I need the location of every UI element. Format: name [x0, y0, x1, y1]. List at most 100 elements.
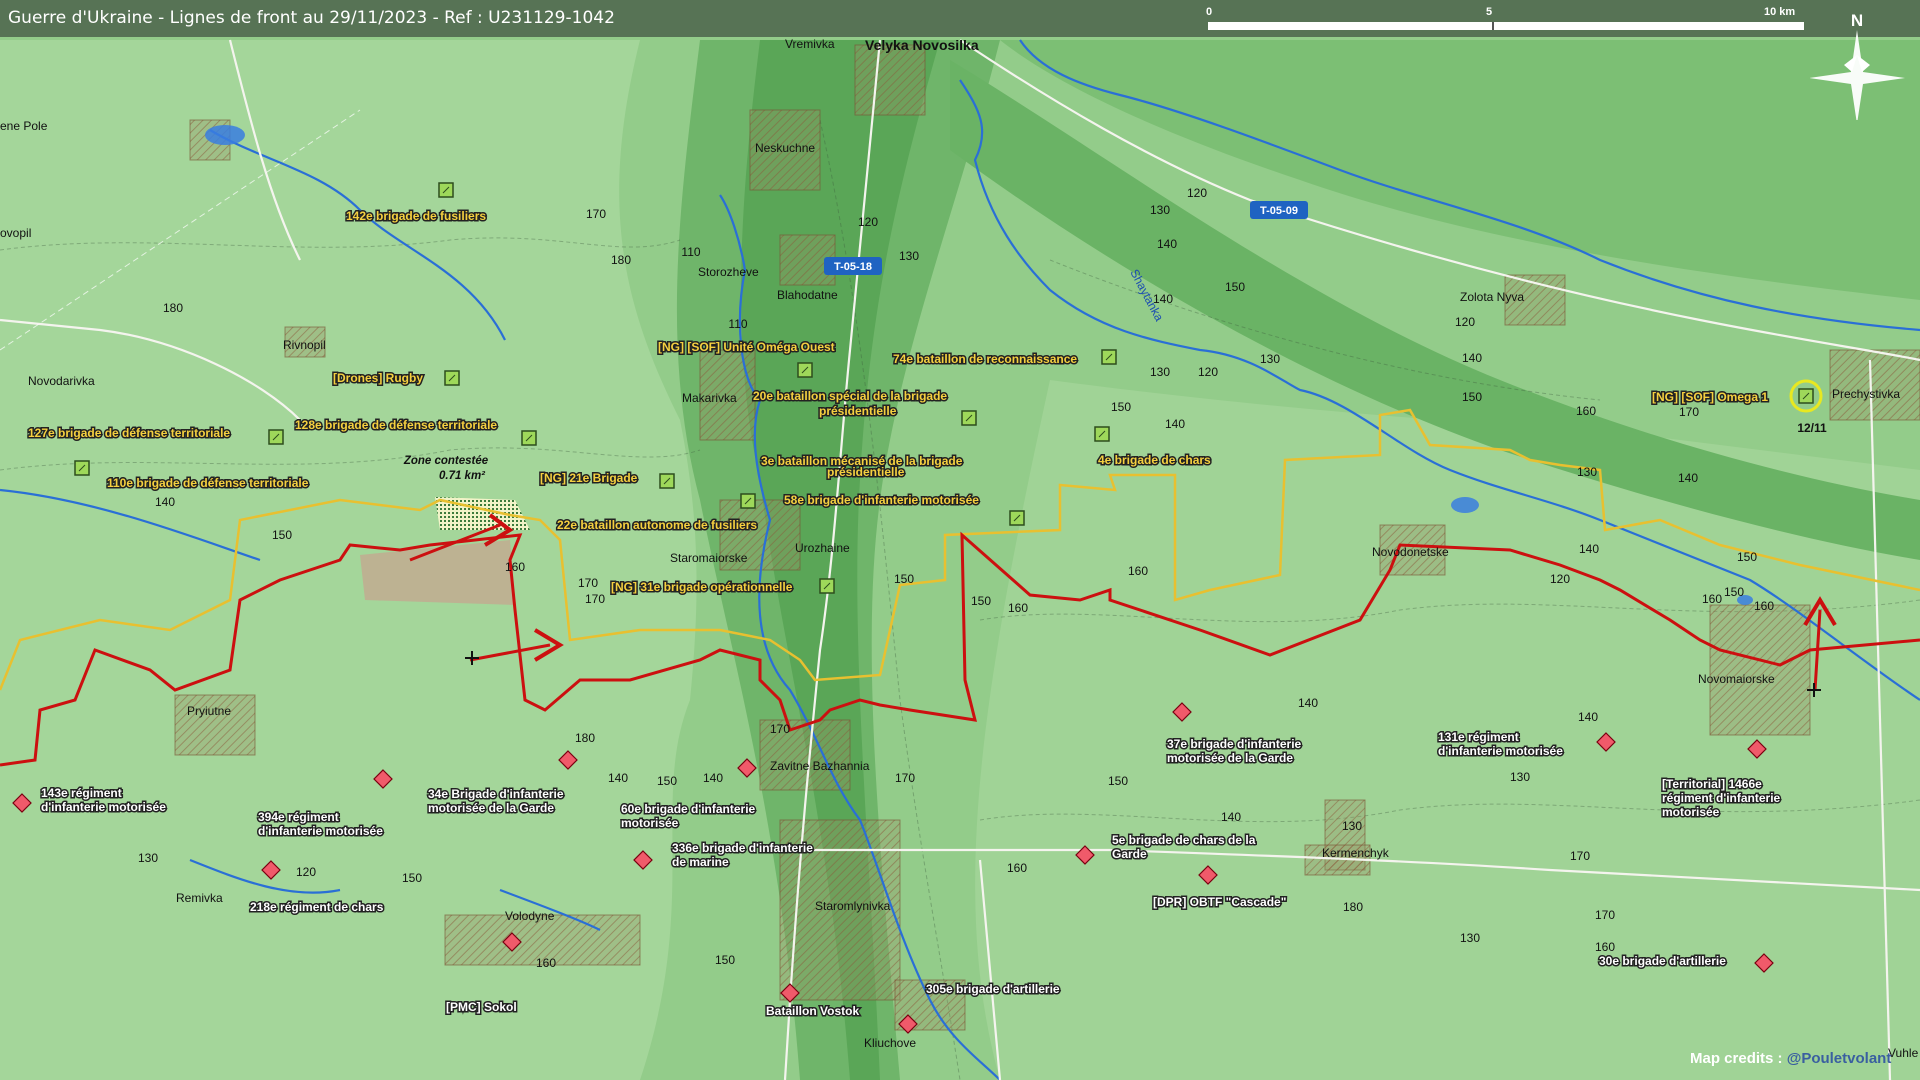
- elevation-label: 140: [155, 495, 175, 509]
- elevation-label: 150: [272, 528, 292, 542]
- elevation-label: 160: [1576, 404, 1596, 418]
- elevation-label: 150: [971, 594, 991, 608]
- elevation-label: 110: [728, 317, 747, 331]
- ukraine-unit-label: 127e brigade de défense territoriale: [28, 426, 230, 440]
- elevation-label: 180: [1343, 900, 1363, 914]
- russia-unit-label: [Territorial] 1466e: [1662, 777, 1762, 791]
- place-blahodatne: Blahodatne: [777, 288, 838, 302]
- elevation-label: 120: [1550, 572, 1570, 586]
- place-ene-pole: ene Pole: [0, 119, 48, 133]
- scale-label-5: 5: [1486, 6, 1493, 18]
- north-label: N: [1851, 11, 1863, 30]
- elevation-label: 170: [1679, 405, 1699, 419]
- ukraine-unit-label: [NG] [SOF] Omega 1: [1652, 390, 1768, 404]
- elevation-label: 130: [1510, 770, 1530, 784]
- place-vuhle: Vuhle: [1888, 1046, 1919, 1060]
- elevation-label: 150: [1111, 400, 1131, 414]
- omega-date-label: 12/11: [1797, 421, 1827, 435]
- scale-label-10: 10 km: [1764, 6, 1796, 18]
- russia-unit-label: de marine: [672, 855, 729, 869]
- credits-handle: @Pouletvolant: [1786, 1050, 1892, 1067]
- place-staromlynivka: Staromlynivka: [815, 899, 891, 913]
- russia-unit-label: 218e régiment de chars: [250, 900, 384, 914]
- north-arrow: N: [1809, 10, 1910, 124]
- russia-unit-label: Bataillon Vostok: [766, 1004, 859, 1018]
- place-vremivka: Vremivka: [785, 37, 835, 51]
- ukraine-unit-label: [NG] [SOF] Unité Oméga Ouest: [658, 340, 835, 354]
- place-zolota-nyva: Zolota Nyva: [1460, 290, 1524, 304]
- elevation-label: 140: [1165, 417, 1185, 431]
- elevation-label: 160: [1007, 861, 1027, 875]
- place-pryiutne: Pryiutne: [187, 704, 231, 718]
- place-urozhaine: Urozhaine: [795, 541, 850, 555]
- elevation-label: 130: [138, 851, 158, 865]
- road-label-t0509: T-05-09: [1260, 205, 1298, 217]
- russia-unit-label: 143e régiment: [41, 786, 122, 800]
- russia-unit-label: Garde: [1112, 847, 1147, 861]
- ukraine-unit-label: [Drones] Rugby: [333, 371, 423, 385]
- map-canvas[interactable]: T-05-18 T-05-09 Shaytanka Velyka Novosil…: [0, 0, 1920, 1080]
- elevation-label: 140: [608, 771, 628, 785]
- russia-unit-label: d'infanterie motorisée: [1438, 744, 1563, 758]
- elevation-label: 140: [1221, 810, 1241, 824]
- contested-zone-label: Zone contestée: [403, 455, 489, 467]
- ukraine-unit-label: 58e brigade d'infanterie motorisée: [784, 493, 979, 507]
- place-neskuchne: Neskuchne: [755, 141, 815, 155]
- credits-prefix: Map credits :: [1690, 1050, 1787, 1067]
- place-kermenchyk: Kermenchyk: [1322, 846, 1390, 860]
- place-rivnopil: Rivnopil: [283, 338, 326, 352]
- ukraine-unit-label: 110e brigade de défense territoriale: [107, 476, 309, 490]
- elevation-label: 150: [1462, 390, 1482, 404]
- elevation-label: 130: [1150, 203, 1170, 217]
- place-staromaiorske: Staromaiorske: [670, 551, 748, 565]
- ukraine-unit-label: 142e brigade de fusiliers: [346, 209, 486, 223]
- map-credits[interactable]: Map credits : @Pouletvolant: [1690, 1050, 1891, 1067]
- elevation-label: 150: [1108, 774, 1128, 788]
- elevation-label: 130: [899, 249, 919, 263]
- elevation-label: 150: [657, 774, 677, 788]
- elevation-label: 120: [296, 865, 316, 879]
- elevation-label: 140: [1157, 237, 1177, 251]
- elevation-label: 110: [681, 245, 700, 259]
- russia-unit-label: motorisée de la Garde: [1167, 751, 1293, 765]
- place-remivka: Remivka: [176, 891, 223, 905]
- place-makarivka: Makarivka: [682, 391, 737, 405]
- elevation-label: 130: [1260, 352, 1280, 366]
- scale-bar-segment-1: [1208, 22, 1492, 30]
- elevation-label: 150: [715, 953, 735, 967]
- russia-unit-label: 5e brigade de chars de la: [1112, 833, 1256, 847]
- elevation-label: 180: [611, 253, 631, 267]
- russia-unit-label: 60e brigade d'infanterie: [621, 802, 756, 816]
- elevation-label: 150: [1724, 585, 1744, 599]
- elevation-label: 160: [1008, 601, 1028, 615]
- russia-unit-label: d'infanterie motorisée: [41, 800, 166, 814]
- place-storozheve: Storozheve: [698, 265, 759, 279]
- elevation-label: 150: [894, 572, 914, 586]
- russia-unit-label: [PMC] Sokol: [446, 1000, 517, 1014]
- place-velyka-novosilka: Velyka Novosilka: [865, 37, 979, 53]
- compass-star-icon: [1809, 30, 1905, 124]
- ukraine-unit-label: 22e bataillon autonome de fusiliers: [557, 518, 757, 532]
- elevation-label: 160: [505, 560, 525, 574]
- russia-unit-label: [DPR] OBTF "Cascade": [1153, 895, 1286, 909]
- scale-bar: 0 5 10 km: [1206, 6, 1804, 32]
- elevation-label: 160: [1128, 564, 1148, 578]
- elevation-label: 170: [770, 722, 790, 736]
- elevation-label: 150: [402, 871, 422, 885]
- elevation-label: 170: [585, 592, 605, 606]
- russia-unit-label: 30e brigade d'artillerie: [1599, 954, 1726, 968]
- place-prechystivka: Prechystivka: [1832, 387, 1900, 401]
- elevation-label: 130: [1150, 365, 1170, 379]
- elevation-label: 160: [536, 956, 556, 970]
- contested-zone-area: 0.71 km²: [439, 470, 486, 482]
- place-novomaiorske: Novomaiorske: [1698, 672, 1775, 686]
- elevation-label: 180: [163, 301, 183, 315]
- place-novodarivka: Novodarivka: [28, 374, 95, 388]
- elevation-label: 170: [586, 207, 606, 221]
- elevation-label: 140: [1153, 292, 1173, 306]
- elevation-label: 130: [1342, 819, 1362, 833]
- scale-bar-segment-2: [1492, 22, 1804, 30]
- elevation-label: 140: [1579, 542, 1599, 556]
- russia-unit-label: 336e brigade d'infanterie: [672, 841, 813, 855]
- elevation-label: 120: [1198, 365, 1218, 379]
